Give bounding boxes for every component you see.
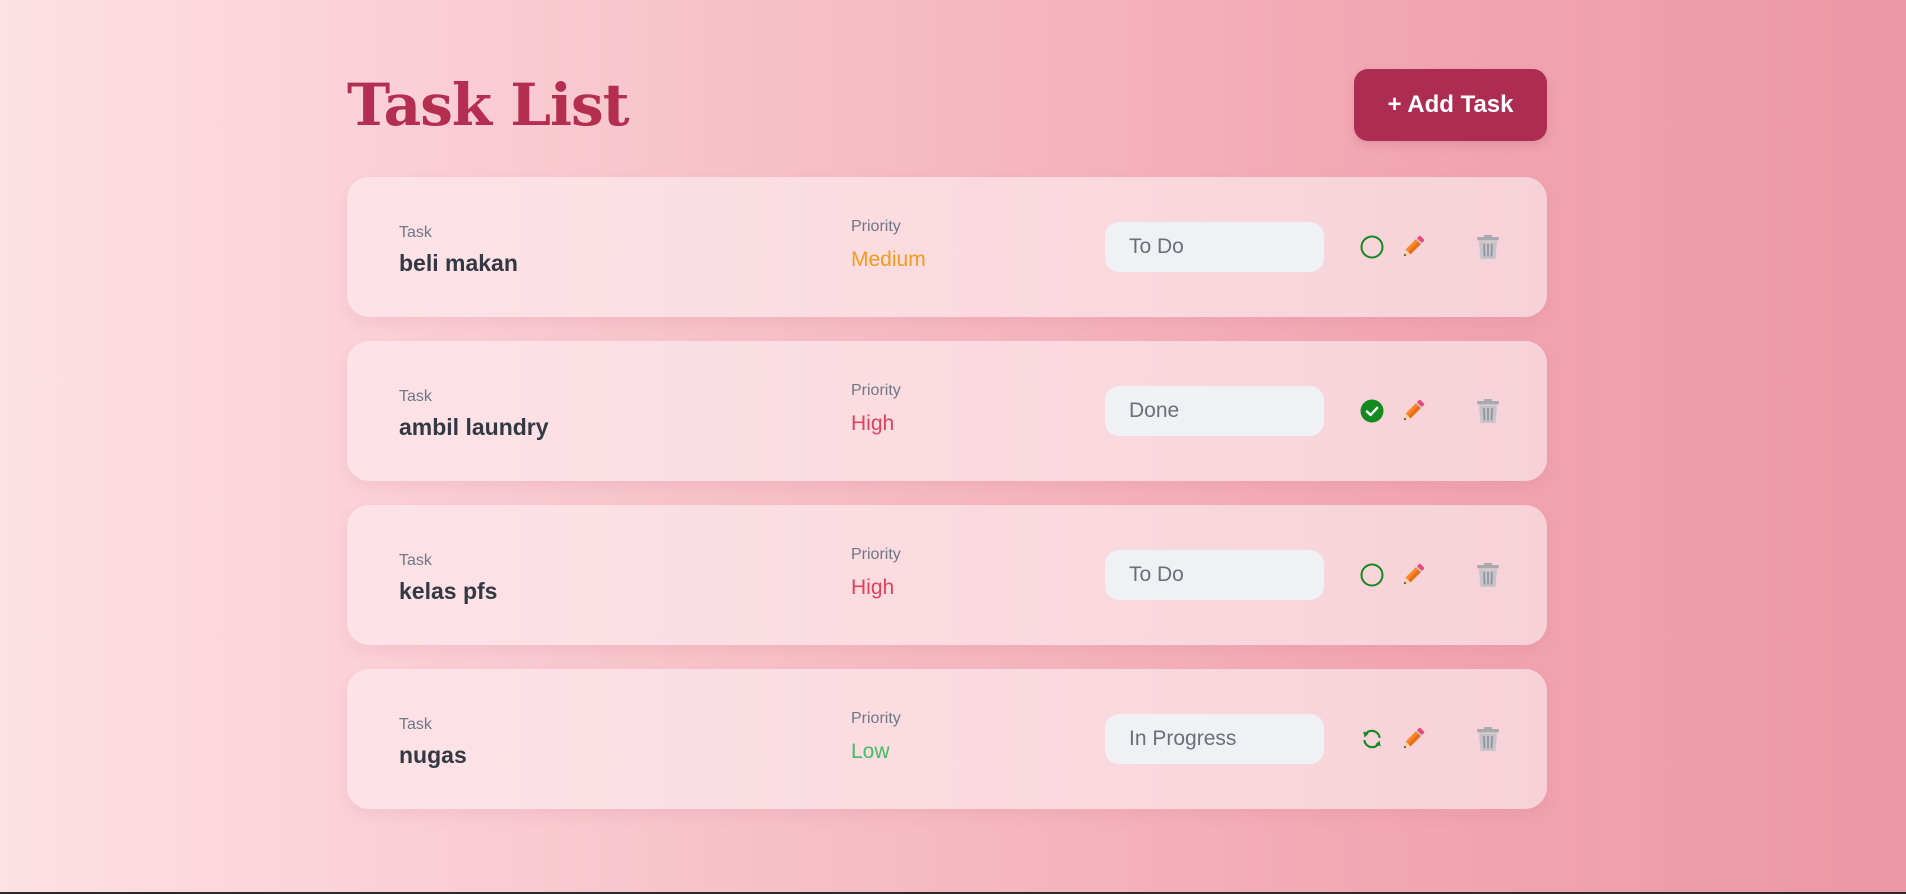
check-circle-icon[interactable] bbox=[1360, 399, 1384, 423]
pencil-icon[interactable] bbox=[1399, 233, 1427, 261]
refresh-icon[interactable] bbox=[1360, 727, 1384, 751]
status-select[interactable]: Done bbox=[1105, 386, 1324, 436]
task-label: Task bbox=[399, 388, 432, 405]
task-column: Task ambil laundry bbox=[399, 387, 549, 441]
page-title: Task List bbox=[347, 71, 629, 139]
trash-icon[interactable] bbox=[1474, 561, 1502, 589]
priority-label: Priority bbox=[851, 382, 901, 399]
task-column: Task kelas pfs bbox=[399, 551, 497, 605]
priority-value: Low bbox=[851, 740, 890, 763]
header: Task List + Add Task bbox=[347, 68, 1547, 142]
task-label: Task bbox=[399, 716, 432, 733]
task-card: Task nugas Priority Low In Progress bbox=[347, 669, 1547, 809]
pencil-icon[interactable] bbox=[1399, 397, 1427, 425]
trash-icon[interactable] bbox=[1474, 233, 1502, 261]
task-label: Task bbox=[399, 224, 432, 241]
task-name: beli makan bbox=[399, 250, 518, 276]
task-card: Task kelas pfs Priority High To Do bbox=[347, 505, 1547, 645]
priority-value: High bbox=[851, 576, 895, 599]
priority-label: Priority bbox=[851, 546, 901, 563]
trash-icon[interactable] bbox=[1474, 397, 1502, 425]
task-list: Task beli makan Priority Medium To Do Ta… bbox=[347, 177, 1547, 833]
priority-label: Priority bbox=[851, 218, 901, 235]
task-card: Task ambil laundry Priority High Done bbox=[347, 341, 1547, 481]
task-name: ambil laundry bbox=[399, 414, 549, 440]
task-name: kelas pfs bbox=[399, 578, 498, 604]
task-label: Task bbox=[399, 552, 432, 569]
status-select[interactable]: To Do bbox=[1105, 550, 1324, 600]
status-select[interactable]: In Progress bbox=[1105, 714, 1324, 764]
task-name: nugas bbox=[399, 742, 467, 768]
priority-value: Medium bbox=[851, 248, 926, 271]
task-column: Task nugas bbox=[399, 715, 467, 769]
priority-value: High bbox=[851, 412, 895, 435]
pencil-icon[interactable] bbox=[1399, 725, 1427, 753]
empty-circle-icon[interactable] bbox=[1360, 563, 1384, 587]
priority-column: Priority High bbox=[851, 545, 901, 601]
empty-circle-icon[interactable] bbox=[1360, 235, 1384, 259]
priority-label: Priority bbox=[851, 710, 901, 727]
priority-column: Priority High bbox=[851, 381, 901, 437]
add-task-button[interactable]: + Add Task bbox=[1354, 69, 1547, 141]
pencil-icon[interactable] bbox=[1399, 561, 1427, 589]
trash-icon[interactable] bbox=[1474, 725, 1502, 753]
priority-column: Priority Low bbox=[851, 709, 901, 765]
status-select[interactable]: To Do bbox=[1105, 222, 1324, 272]
task-column: Task beli makan bbox=[399, 223, 518, 277]
task-list-page: Task List + Add Task Task beli makan Pri… bbox=[347, 0, 1547, 892]
task-card: Task beli makan Priority Medium To Do bbox=[347, 177, 1547, 317]
priority-column: Priority Medium bbox=[851, 217, 926, 273]
